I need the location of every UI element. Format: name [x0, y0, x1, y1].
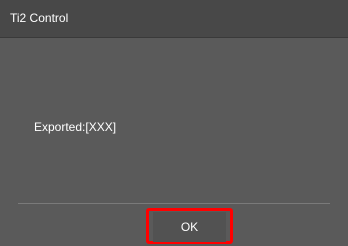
export-dialog: Ti2 Control Exported:[XXX] OK — [0, 0, 348, 246]
export-message: Exported:[XXX] — [34, 120, 117, 134]
window-title: Ti2 Control — [10, 11, 69, 25]
title-bar: Ti2 Control — [0, 0, 348, 38]
ok-button[interactable]: OK — [153, 212, 226, 242]
divider — [18, 203, 330, 204]
